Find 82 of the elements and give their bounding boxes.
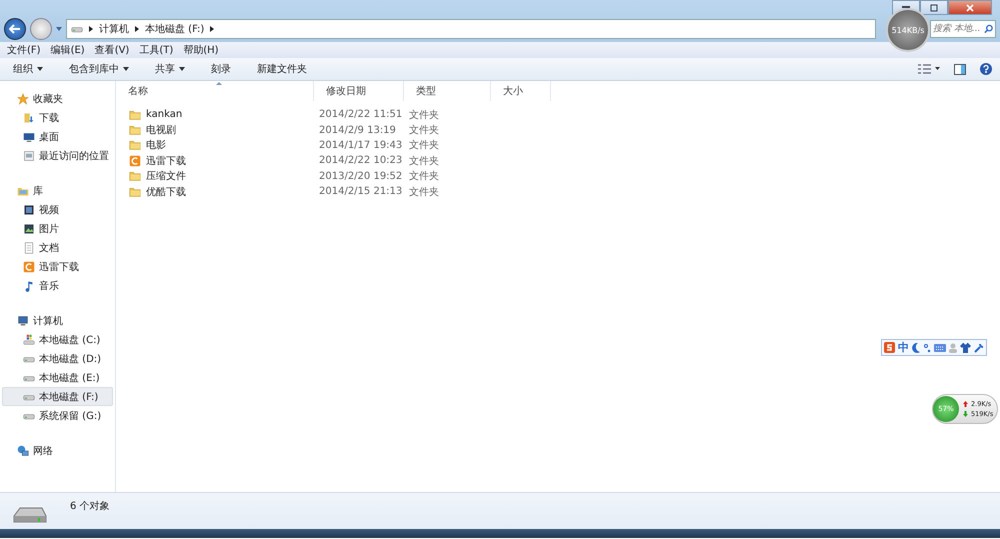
app-folder-icon [129,154,141,167]
chevron-icon[interactable] [89,26,93,32]
folder-icon [129,186,141,198]
breadcrumb[interactable]: 计算机 [99,22,129,36]
sidebar-item[interactable]: 系统保留 (G:) [2,406,113,425]
sidebar-item[interactable]: 本地磁盘 (C:) [2,330,113,349]
menu-item[interactable]: 工具(T) [134,43,178,57]
close-button[interactable] [948,0,992,15]
folder-icon [129,124,141,136]
menu-item[interactable]: 查看(V) [90,43,134,57]
file-row[interactable]: 电视剧 2014/2/9 13:19 文件夹 [116,122,1000,138]
star-icon [17,92,29,104]
toolbar-button[interactable]: 组织 [6,60,50,78]
sidebar-item[interactable]: 下载 [2,108,113,127]
folder-icon [129,170,141,182]
music-note-icon [23,280,35,292]
app-folder-icon [23,260,35,272]
back-button[interactable] [4,18,26,40]
download-arrow-icon [963,411,968,417]
moon-icon[interactable] [912,342,920,352]
file-row[interactable]: 电影 2014/1/17 19:43 文件夹 [116,138,1000,154]
caret-icon[interactable] [56,27,62,31]
upload-arrow-icon [963,401,968,407]
network-icon [17,444,29,456]
sidebar-item[interactable]: 桌面 [2,127,113,146]
desktop-icon [23,130,35,142]
computer-icon [17,314,29,326]
sidebar-group[interactable]: 库 [2,181,113,200]
close-icon [966,4,974,12]
ime-logo-icon[interactable] [884,342,895,353]
column-header[interactable]: 类型 [404,81,491,101]
address-bar[interactable]: 计算机 本地磁盘 (F:) [66,19,876,39]
toolbar-button[interactable]: 刻录 [204,60,238,78]
status-text: 6 个对象 [70,500,110,514]
sidebar-group[interactable]: 计算机 [2,311,113,330]
sidebar-item[interactable]: 音乐 [2,276,113,295]
file-row[interactable]: 优酷下载 2014/2/15 21:13 文件夹 [116,184,1000,200]
sidebar-item[interactable]: 视频 [2,200,113,219]
sidebar-item[interactable]: 迅雷下载 [2,257,113,276]
sort-arrow-icon [216,82,222,85]
sidebar-item[interactable]: 本地磁盘 (D:) [2,349,113,368]
menu-item[interactable]: 帮助(H) [178,43,224,57]
maximize-button[interactable] [920,0,948,15]
wrench-icon[interactable] [974,342,984,352]
document-icon [23,242,35,254]
sidebar-group[interactable]: 网络 [2,441,113,460]
help-icon[interactable] [980,63,992,75]
sidebar-item[interactable]: 文档 [2,238,113,257]
maximize-icon [930,4,938,12]
menu-item[interactable]: 编辑(E) [46,43,90,57]
column-header[interactable]: 修改日期 [314,81,404,101]
toolbar-button[interactable]: 包含到库中 [62,60,136,78]
punctuation-icon[interactable] [923,342,931,352]
download-folder-icon [23,112,35,124]
chevron-icon[interactable] [210,26,214,32]
chevron-icon[interactable] [135,26,139,32]
shirt-icon[interactable] [960,342,971,352]
input-mode-toggle[interactable]: 中 [898,340,909,355]
sidebar-item[interactable]: 最近访问的位置 [2,146,113,165]
back-arrow-icon [9,24,21,34]
file-row[interactable]: 迅雷下载 2014/2/22 10:23 文件夹 [116,153,1000,169]
sidebar-item[interactable]: 图片 [2,219,113,238]
keyboard-icon[interactable] [934,344,946,352]
column-header[interactable]: 大小 [491,81,551,101]
sidebar-item[interactable]: 本地磁盘 (E:) [2,368,113,387]
video-icon [23,204,35,216]
menu-item[interactable]: 文件(F) [2,43,46,57]
sidebar-group[interactable]: 收藏夹 [2,89,113,108]
recent-places-icon [23,150,35,162]
folder-icon [129,108,141,121]
sidebar-item[interactable]: 本地磁盘 (F:) [2,387,113,406]
toolbar-button[interactable]: 共享 [148,60,192,78]
picture-icon [23,222,35,234]
folder-icon [129,139,141,152]
file-row[interactable]: kankan 2014/2/22 11:51 文件夹 [116,107,1000,122]
breadcrumb[interactable]: 本地磁盘 (F:) [145,22,204,36]
preview-pane-icon[interactable] [954,64,966,74]
view-list-icon[interactable] [918,64,940,74]
system-drive-icon [23,334,35,346]
minimize-icon [902,6,910,9]
file-row[interactable]: 压缩文件 2013/2/20 19:52 文件夹 [116,168,1000,184]
toolbar-button[interactable]: 新建文件夹 [250,60,314,78]
